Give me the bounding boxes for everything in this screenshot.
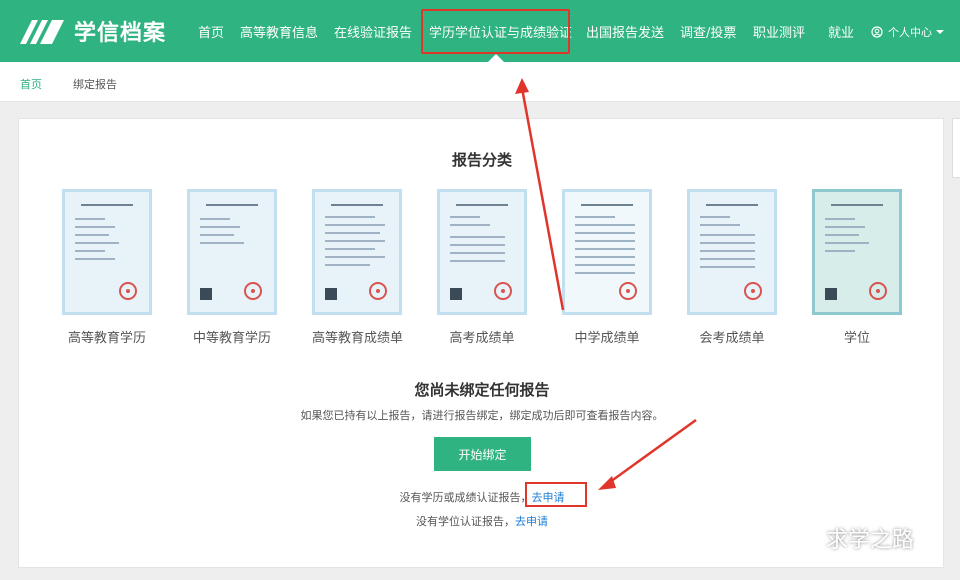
apply-degree-text: 没有学位认证报告， [416, 515, 515, 528]
report-label: 会考成绩单 [699, 331, 765, 346]
side-feedback-tab[interactable] [952, 118, 960, 178]
report-thumbnail [437, 189, 527, 315]
logo-text: 学信档案 [74, 21, 167, 46]
top-nav-bar: 学信档案 首页 高等教育信息 在线验证报告 学历学位认证与成绩验证 出国报告发送… [0, 0, 960, 62]
qr-code-icon [200, 288, 212, 300]
user-center-menu[interactable]: 个人中心 [871, 24, 944, 40]
watermark: 求学之路 [790, 522, 914, 554]
breadcrumb-home-link[interactable]: 首页 [20, 76, 42, 92]
nav-home[interactable]: 首页 [198, 22, 224, 41]
seal-icon [744, 282, 762, 300]
nav-employment[interactable]: 就业 [828, 22, 854, 41]
qr-code-icon [450, 288, 462, 300]
caret-down-icon [936, 30, 944, 34]
report-middle-school-transcript[interactable]: 中学成绩单 [562, 189, 652, 346]
breadcrumb: 首页 绑定报告 [0, 62, 960, 102]
seal-icon [369, 282, 387, 300]
report-thumbnail [562, 189, 652, 315]
report-label: 高等教育成绩单 [312, 331, 404, 346]
report-label: 中学成绩单 [574, 331, 640, 346]
report-label: 学位 [843, 331, 870, 346]
start-binding-button[interactable]: 开始绑定 [434, 437, 531, 471]
apply-degree-link[interactable]: 去申请 [515, 515, 548, 528]
report-thumbnail [687, 189, 777, 315]
report-thumbnail [312, 189, 402, 315]
report-label: 中等教育学历 [192, 331, 271, 346]
report-degree[interactable]: 学位 [812, 189, 902, 346]
apply-diploma-line: 没有学历或成绩认证报告，去申请 [19, 489, 945, 505]
site-logo[interactable]: 学信档案 [18, 12, 166, 50]
bind-report-panel: 报告分类 高等教育学历 中等教育学历 高等教育成绩单 高考成绩单 中学成绩单 会… [18, 118, 944, 568]
nav-overseas-report-sending[interactable]: 出国报告发送 [586, 22, 664, 41]
watermark-text: 求学之路 [826, 528, 915, 553]
report-thumbnail [187, 189, 277, 315]
report-label: 高考成绩单 [449, 331, 515, 346]
section-title: 报告分类 [451, 151, 512, 169]
qr-code-icon [325, 288, 337, 300]
logo-icon [20, 20, 64, 44]
wechat-icon [791, 527, 819, 549]
empty-state-description: 如果您已持有以上报告，请进行报告绑定，绑定成功后即可查看报告内容。 [300, 409, 664, 422]
annotation-highlight-nav [421, 9, 570, 54]
report-gaokao-transcript[interactable]: 高考成绩单 [437, 189, 527, 346]
breadcrumb-current: 绑定报告 [73, 78, 117, 91]
seal-icon [494, 282, 512, 300]
nav-career-assessment[interactable]: 职业测评 [753, 22, 805, 41]
nav-survey-vote[interactable]: 调查/投票 [680, 22, 736, 41]
report-higher-education-transcript[interactable]: 高等教育成绩单 [312, 189, 404, 346]
report-higher-education-diploma[interactable]: 高等教育学历 [62, 189, 152, 346]
seal-icon [869, 282, 887, 300]
nav-online-verification-report[interactable]: 在线验证报告 [334, 22, 412, 41]
report-label: 高等教育学历 [67, 331, 146, 346]
annotation-highlight-apply [525, 482, 587, 507]
active-nav-caret [488, 54, 504, 62]
seal-icon [619, 282, 637, 300]
report-secondary-education-diploma[interactable]: 中等教育学历 [187, 189, 277, 346]
seal-icon [119, 282, 137, 300]
nav-higher-education-info[interactable]: 高等教育信息 [240, 22, 318, 41]
apply-diploma-text: 没有学历或成绩认证报告， [399, 491, 532, 504]
report-thumbnail [62, 189, 152, 315]
report-huikao-transcript[interactable]: 会考成绩单 [687, 189, 777, 346]
report-thumbnail [812, 189, 902, 315]
seal-icon [244, 282, 262, 300]
user-icon [871, 26, 883, 38]
empty-state-title: 您尚未绑定任何报告 [414, 381, 550, 399]
user-center-label: 个人中心 [888, 26, 932, 39]
qr-code-icon [825, 288, 837, 300]
